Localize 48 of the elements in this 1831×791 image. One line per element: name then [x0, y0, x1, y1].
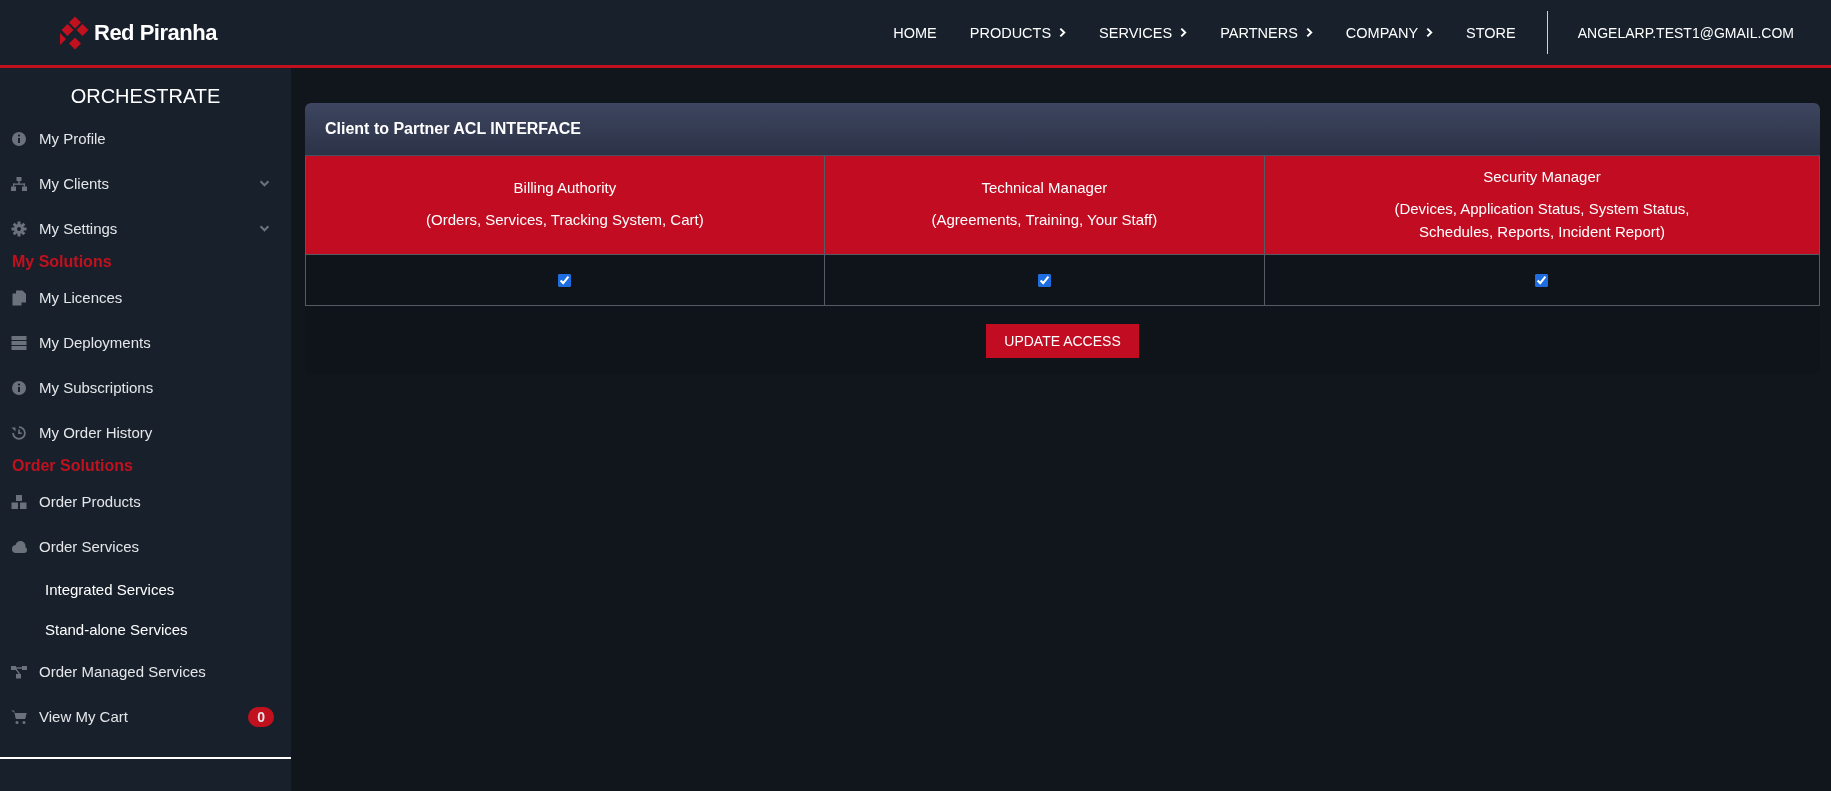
- history-icon: [11, 424, 27, 441]
- role-name: Security Manager: [1482, 167, 1602, 185]
- nav-link[interactable]: STORE: [1466, 24, 1516, 41]
- sidebar-title: ORCHESTRATE: [69, 84, 222, 109]
- cart-icon: [11, 708, 27, 725]
- info-icon: [11, 379, 27, 396]
- role-name: Technical Manager: [980, 179, 1109, 196]
- sidebar-item[interactable]: My Licences: [0, 275, 291, 320]
- nav-link[interactable]: PARTNERS: [1220, 24, 1313, 41]
- section-heading: Order Solutions: [11, 456, 134, 476]
- submenu-item[interactable]: Stand-alone Services: [0, 609, 291, 649]
- sidebar-item[interactable]: My Subscriptions: [0, 365, 291, 410]
- sidebar-item[interactable]: My Profile: [0, 116, 291, 161]
- sidebar-item[interactable]: Order Products: [0, 479, 291, 524]
- submenu-item[interactable]: Integrated Services: [0, 569, 291, 609]
- update-access-button[interactable]: UPDATE ACCESS: [986, 324, 1139, 358]
- access-checkbox[interactable]: [558, 274, 572, 288]
- nav-link[interactable]: SERVICES: [1099, 24, 1188, 41]
- cloud-icon: [11, 538, 27, 555]
- cart-count-badge: 0: [248, 706, 274, 727]
- gear-icon: [11, 220, 27, 237]
- sidebar-item[interactable]: My Order History: [0, 410, 291, 455]
- user-account-link[interactable]: ANGELARP.TEST1@GMAIL.COM: [1577, 24, 1794, 41]
- sitemap-icon: [11, 175, 27, 192]
- nav-link[interactable]: HOME: [893, 24, 937, 41]
- boxes-icon: [11, 493, 27, 510]
- sidebar-item[interactable]: Order Managed Services: [0, 649, 291, 694]
- role-name: Billing Authority: [512, 179, 618, 196]
- access-checkbox[interactable]: [1535, 274, 1549, 288]
- network-icon: [11, 663, 27, 680]
- info-icon: [11, 130, 27, 147]
- server-icon: [11, 334, 27, 351]
- panel-title: Client to Partner ACL INTERFACE: [325, 120, 582, 138]
- nav-link[interactable]: COMPANY: [1345, 24, 1434, 41]
- logo-icon[interactable]: [60, 15, 90, 50]
- access-checkbox[interactable]: [1037, 274, 1051, 288]
- brand-name[interactable]: Red Piranha: [94, 19, 217, 46]
- copy-icon: [11, 289, 27, 306]
- sidebar-item[interactable]: View My Cart 0: [0, 694, 291, 739]
- nav-link[interactable]: PRODUCTS: [969, 24, 1067, 41]
- role-scope: (Devices, Application Status, System Status, Schedules, Reports, Incident Report): [1393, 198, 1691, 242]
- sidebar-item[interactable]: My Deployments: [0, 320, 291, 365]
- section-heading: My Solutions: [11, 252, 113, 272]
- role-scope: (Orders, Services, Tracking System, Cart): [425, 210, 705, 230]
- sidebar-item[interactable]: Order Services: [0, 524, 291, 569]
- sidebar-item[interactable]: My Clients: [0, 161, 291, 206]
- role-scope: (Agreements, Training, Your Staff): [930, 210, 1159, 230]
- sidebar-item[interactable]: My Settings: [0, 206, 291, 251]
